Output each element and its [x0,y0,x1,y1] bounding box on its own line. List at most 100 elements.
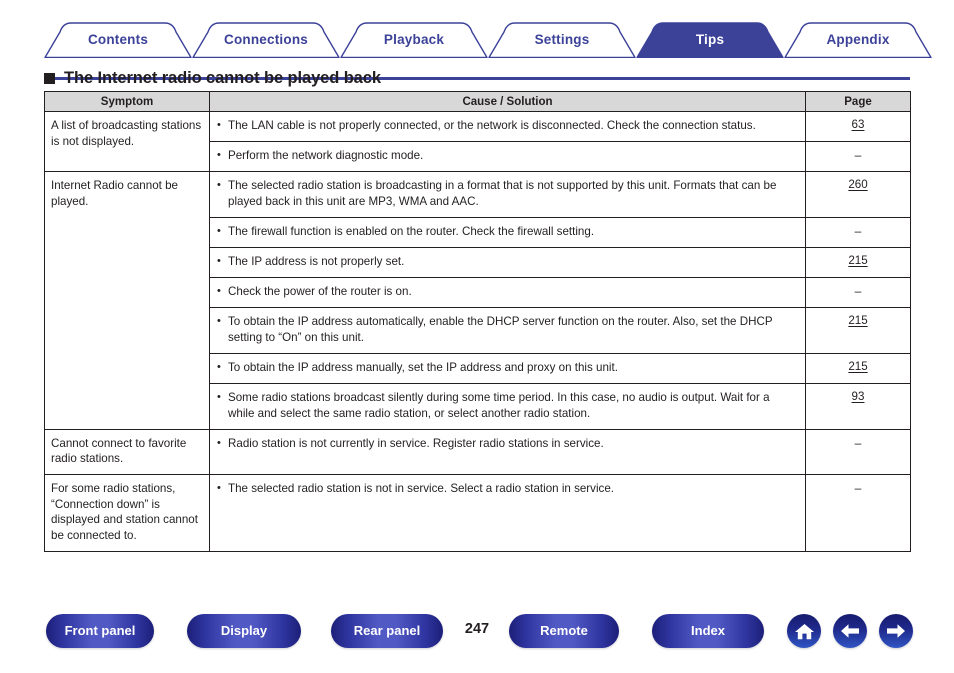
cause-solution-cell: • The LAN cable is not properly connected… [209,111,806,142]
page-link[interactable]: 215 [848,314,867,327]
display-button-label: Display [220,622,268,638]
tab-connections[interactable]: Connections [192,22,340,59]
page-reference-cell[interactable]: 260 [805,170,911,218]
bullet-text: To obtain the IP address manually, set t… [228,360,618,374]
tab-label: Connections [224,31,308,47]
page-reference-cell: – [805,140,911,172]
tab-playback[interactable]: Playback [340,22,488,59]
bullet-dot-icon: • [217,360,221,373]
troubleshooting-table-wrapper: Symptom Cause / Solution Page A list of … [44,91,911,552]
page-none: – [854,283,862,298]
arrow-left-icon [839,622,861,640]
arrow-right-icon [885,622,907,640]
remote-button[interactable]: Remote [509,614,619,648]
bullet-item: • The selected radio station is not in se… [210,475,805,504]
page-none: – [854,481,862,496]
bullet-text: Check the power of the router is on. [228,284,412,298]
page-link[interactable]: 215 [848,254,867,267]
bullet-text: The firewall function is enabled on the … [228,224,595,238]
tab-list: Contents Connections Playback Settings Tips A… [44,22,932,59]
table-header: Symptom Cause / Solution Page [44,91,911,112]
page-reference-cell[interactable]: 93 [805,382,911,430]
rear-panel-button[interactable]: Rear panel [331,614,443,648]
page-title-text: The Internet radio cannot be played back [64,69,381,87]
tab-label: Settings [534,31,590,47]
bullet-dot-icon: • [217,284,221,297]
square-bullet-icon [44,73,55,84]
bullet-dot-icon: • [217,482,221,495]
bullet-item: • Check the power of the router is on. [210,278,805,307]
page-link[interactable]: 93 [852,390,865,403]
bullet-item: • Some radio stations broadcast silently … [210,384,805,429]
bullet-dot-icon: • [217,178,221,191]
home-button[interactable] [787,614,821,648]
page-reference-cell: – [805,276,911,308]
column-header-cause: Cause / Solution [209,91,806,112]
tab-bar: Contents Connections Playback Settings Tips A… [44,22,932,80]
back-button[interactable] [833,614,867,648]
bullet-text: The selected radio station is broadcasti… [228,178,777,208]
display-button[interactable]: Display [187,614,301,648]
page-reference-cell[interactable]: 215 [805,306,911,354]
bullet-item: • The firewall function is enabled on the… [210,218,805,247]
tab-settings[interactable]: Settings [488,22,636,59]
index-button[interactable]: Index [652,614,764,648]
bullet-item: • Perform the network diagnostic mode. [210,142,805,171]
footer-navigation: Front panel Display Rear panel 247 Remot… [0,614,954,662]
troubleshooting-table: Symptom Cause / Solution Page A list of … [44,91,911,552]
bullet-text: To obtain the IP address automatically, … [228,314,773,344]
page-reference-cell: – [805,474,911,552]
bullet-text: Some radio stations broadcast silently d… [228,390,770,420]
bullet-item: • The LAN cable is not properly connected… [210,112,805,141]
table-row: Cannot connect to favorite radio station… [44,428,911,476]
bullet-item: • Radio station is not currently in servi… [210,430,805,459]
page-link[interactable]: 260 [848,178,867,191]
page-reference-cell[interactable]: 63 [805,111,911,142]
page-title: The Internet radio cannot be played back [44,69,381,88]
cause-solution-cell: • The selected radio station is broadcast… [209,170,806,218]
page-none: – [854,223,862,238]
table-body: A list of broadcasting stations is not d… [44,111,911,552]
tab-label: Playback [383,31,445,47]
cause-solution-cell: • To obtain the IP address manually, set … [209,352,806,384]
forward-button[interactable] [879,614,913,648]
symptom-cell: Internet Radio cannot be played. [44,170,210,430]
page-link[interactable]: 215 [848,360,867,373]
bullet-item: • The selected radio station is broadcast… [210,172,805,217]
cause-solution-cell: • Check the power of the router is on. [209,276,806,308]
home-icon [794,622,815,641]
tab-appendix[interactable]: Appendix [784,22,932,59]
tab-label: Tips [695,31,725,47]
bullet-dot-icon: • [217,119,221,131]
tab-tips[interactable]: Tips [636,22,784,59]
bullet-dot-icon: • [217,436,221,449]
bullet-item: • The IP address is not properly set. [210,248,805,277]
tab-contents[interactable]: Contents [44,22,192,59]
page-reference-cell[interactable]: 215 [805,352,911,384]
bullet-dot-icon: • [217,148,221,161]
bullet-text: The selected radio station is not in ser… [228,482,615,496]
cause-solution-cell: • The selected radio station is not in se… [209,474,806,552]
page-reference-cell[interactable]: 215 [805,246,911,278]
cause-solution-cell: • Radio station is not currently in servi… [209,428,806,476]
page-none: – [854,435,862,450]
page-link[interactable]: 63 [852,118,865,131]
bullet-text: The IP address is not properly set. [228,254,405,268]
bullet-text: The LAN cable is not properly connected,… [228,119,756,132]
front-panel-button[interactable]: Front panel [46,614,154,648]
front-panel-button-label: Front panel [64,622,136,638]
cause-solution-cell: • To obtain the IP address automatically,… [209,306,806,354]
cause-solution-cell: • Perform the network diagnostic mode. [209,140,806,172]
page-reference-cell: – [805,428,911,476]
cause-solution-cell: • The IP address is not properly set. [209,246,806,278]
column-header-page: Page [805,91,911,112]
table-header-row: Symptom Cause / Solution Page [44,91,911,112]
tab-label: Appendix [826,31,890,47]
table-row: For some radio stations, “Connection dow… [44,474,911,552]
bullet-text: Perform the network diagnostic mode. [228,148,424,162]
bullet-dot-icon: • [217,390,221,403]
page-reference-cell: – [805,216,911,248]
page-none: – [854,147,862,162]
tab-label: Contents [87,31,149,47]
bullet-dot-icon: • [217,224,221,237]
